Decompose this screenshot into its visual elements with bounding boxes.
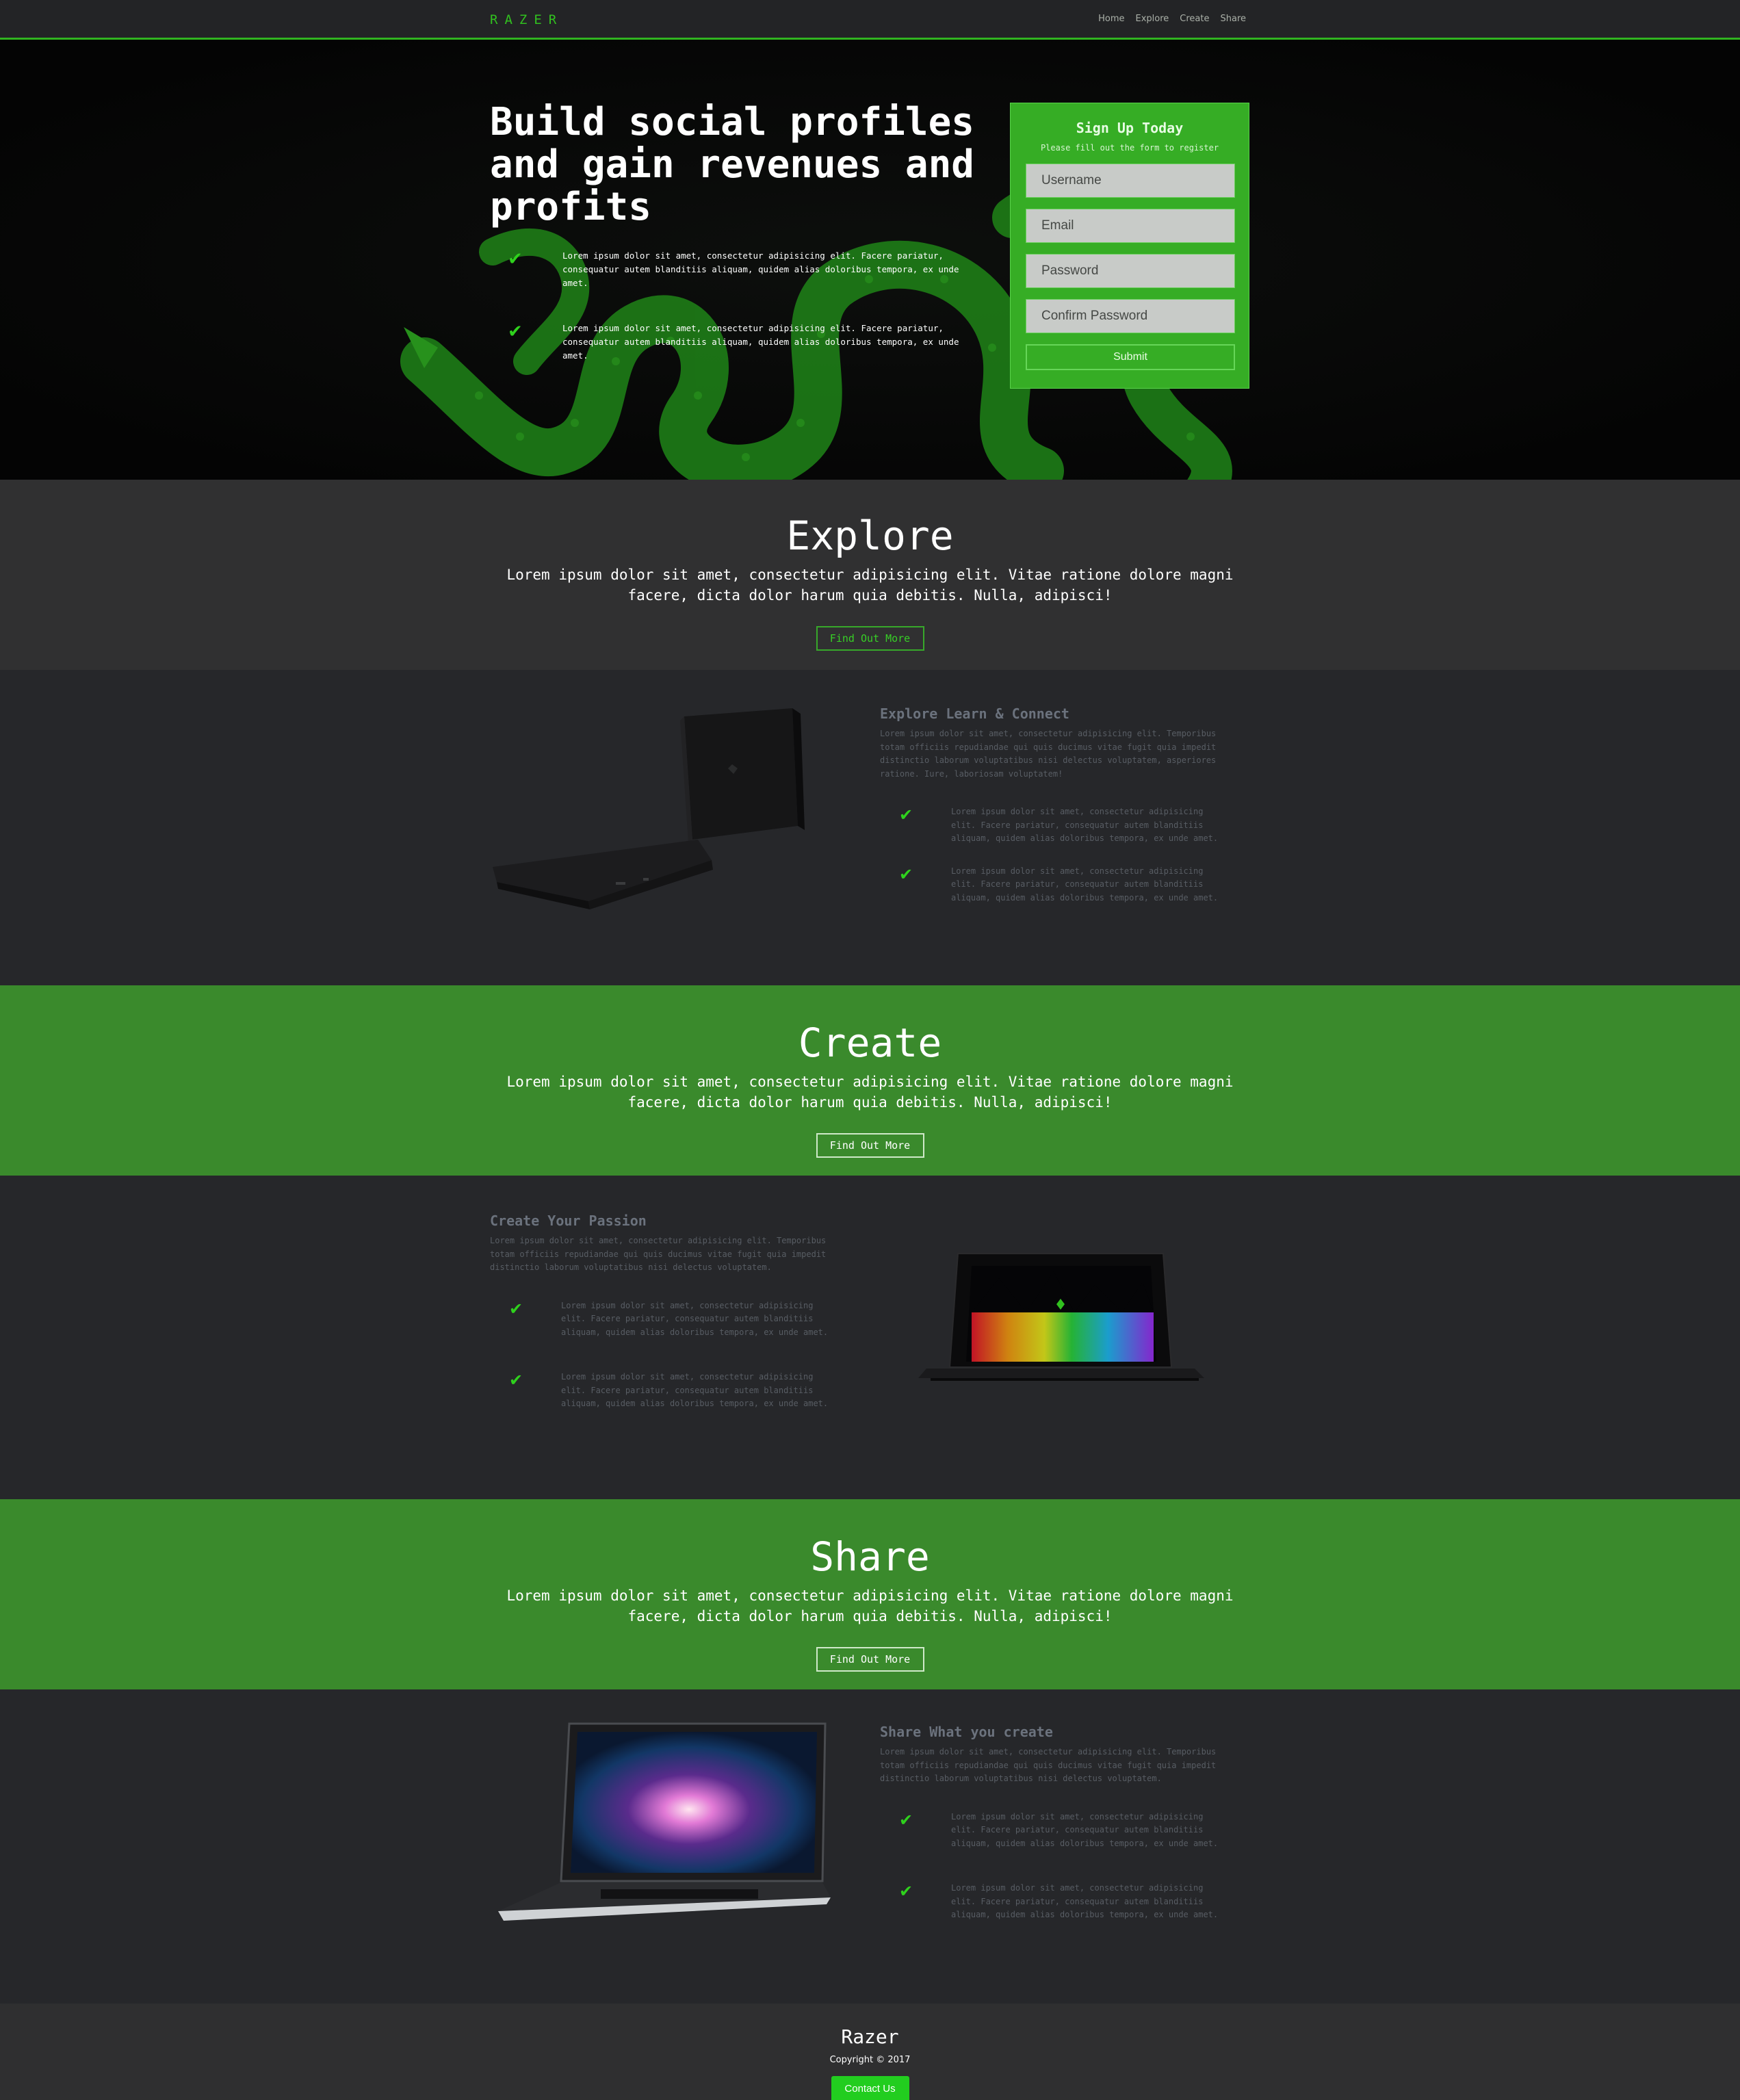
hero-feature-item: ✔ Lorem ipsum dolor sit amet, consectetu… [508, 249, 973, 290]
create-feature-item: ✔ Lorem ipsum dolor sit amet, consectetu… [490, 1299, 853, 1340]
nav-link-home[interactable]: Home [1098, 14, 1124, 24]
create-feature-section: Create Your Passion Lorem ipsum dolor si… [0, 1176, 1740, 1499]
share-feature-item-text: Lorem ipsum dolor sit amet, consectetur … [951, 1883, 1219, 1919]
check-icon: ✔ [508, 322, 523, 342]
share-feature-item: ✔ Lorem ipsum dolor sit amet, consectetu… [880, 1811, 1243, 1851]
share-find-out-more-button[interactable]: Find Out More [816, 1647, 924, 1672]
check-icon: ✔ [899, 1810, 913, 1830]
create-text: Lorem ipsum dolor sit amet, consectetur … [506, 1074, 1234, 1111]
explore-feature-item: ✔ Lorem ipsum dolor sit amet, consectetu… [880, 805, 1243, 846]
username-input[interactable] [1026, 164, 1235, 198]
create-feature-item-text: Lorem ipsum dolor sit amet, consectetur … [561, 1300, 829, 1337]
create-feature-text: Create Your Passion Lorem ipsum dolor si… [490, 1213, 853, 1411]
check-icon: ✔ [899, 864, 913, 884]
share-feature-title: Share What you create [880, 1724, 1053, 1740]
footer-title: Razer [841, 2025, 899, 2048]
create-find-out-more-button[interactable]: Find Out More [816, 1133, 924, 1158]
hero-feature-item: ✔ Lorem ipsum dolor sit amet, consectetu… [508, 322, 973, 363]
explore-text: Lorem ipsum dolor sit amet, consectetur … [506, 567, 1234, 604]
explore-find-out-more-button[interactable]: Find Out More [816, 626, 924, 651]
create-feature-intro: Lorem ipsum dolor sit amet, consectetur … [490, 1236, 827, 1272]
signup-subtitle: Please fill out the form to register [1040, 143, 1219, 153]
contact-us-button[interactable]: Contact Us [831, 2076, 909, 2100]
submit-button[interactable]: Submit [1026, 344, 1235, 370]
explore-title: Explore [786, 513, 954, 559]
explore-section: Explore Lorem ipsum dolor sit amet, cons… [0, 480, 1740, 670]
nav-link-create[interactable]: Create [1180, 14, 1209, 24]
create-feature-title: Create Your Passion [490, 1213, 647, 1229]
footer: Razer Copyright © 2017 Contact Us [0, 2004, 1740, 2100]
explore-feature-item-text: Lorem ipsum dolor sit amet, consectetur … [951, 866, 1219, 903]
laptop-galaxy-image [498, 1722, 831, 1921]
check-icon: ✔ [509, 1371, 523, 1390]
explore-feature-item-text: Lorem ipsum dolor sit amet, consectetur … [951, 807, 1219, 843]
explore-feature-item: ✔ Lorem ipsum dolor sit amet, consectetu… [880, 865, 1243, 905]
check-icon: ✔ [899, 1882, 913, 1901]
hero-feature-text: Lorem ipsum dolor sit amet, consectetur … [562, 250, 959, 288]
hero-feature-text: Lorem ipsum dolor sit amet, consectetur … [562, 323, 959, 361]
email-input[interactable] [1026, 209, 1235, 243]
nav-link-explore[interactable]: Explore [1135, 14, 1169, 24]
signup-form: Sign Up Today Please fill out the form t… [1010, 103, 1249, 389]
share-feature-text: Share What you create Lorem ipsum dolor … [880, 1724, 1243, 1922]
brand-logo[interactable]: RAZER [490, 12, 563, 27]
nav-link-share[interactable]: Share [1220, 14, 1246, 24]
console-device-image [493, 708, 805, 909]
explore-feature-intro: Lorem ipsum dolor sit amet, consectetur … [880, 729, 1217, 779]
create-feature-item-text: Lorem ipsum dolor sit amet, consectetur … [561, 1372, 829, 1408]
laptop-rainbow-image [918, 1253, 1204, 1381]
signup-title: Sign Up Today [1076, 120, 1184, 136]
copyright-text: Copyright © 2017 [829, 2055, 911, 2065]
share-feature-item-text: Lorem ipsum dolor sit amet, consectetur … [951, 1811, 1219, 1848]
password-input[interactable] [1026, 254, 1235, 288]
top-navbar: RAZER Home Explore Create Share [0, 0, 1740, 40]
explore-feature-text: Explore Learn & Connect Lorem ipsum dolo… [880, 705, 1243, 905]
create-feature-item: ✔ Lorem ipsum dolor sit amet, consectetu… [490, 1371, 853, 1411]
share-feature-intro: Lorem ipsum dolor sit amet, consectetur … [880, 1747, 1217, 1783]
hero-section: Build social profiles and gain revenues … [0, 40, 1740, 480]
check-icon: ✔ [509, 1299, 523, 1319]
explore-feature-section: Explore Learn & Connect Lorem ipsum dolo… [0, 670, 1740, 985]
hero-title: Build social profiles and gain revenues … [490, 100, 975, 229]
share-feature-item: ✔ Lorem ipsum dolor sit amet, consectetu… [880, 1882, 1243, 1922]
confirm-password-input[interactable] [1026, 299, 1235, 333]
create-title: Create [798, 1020, 942, 1066]
explore-feature-title: Explore Learn & Connect [880, 705, 1069, 722]
check-icon: ✔ [899, 805, 913, 825]
check-icon: ✔ [508, 249, 523, 270]
share-title: Share [810, 1533, 930, 1580]
create-section: Create Lorem ipsum dolor sit amet, conse… [0, 985, 1740, 1176]
share-text: Lorem ipsum dolor sit amet, consectetur … [506, 1587, 1234, 1624]
share-section: Share Lorem ipsum dolor sit amet, consec… [0, 1499, 1740, 1689]
share-feature-section: Share What you create Lorem ipsum dolor … [0, 1689, 1740, 2004]
nav-links: Home Explore Create Share [1098, 14, 1246, 24]
